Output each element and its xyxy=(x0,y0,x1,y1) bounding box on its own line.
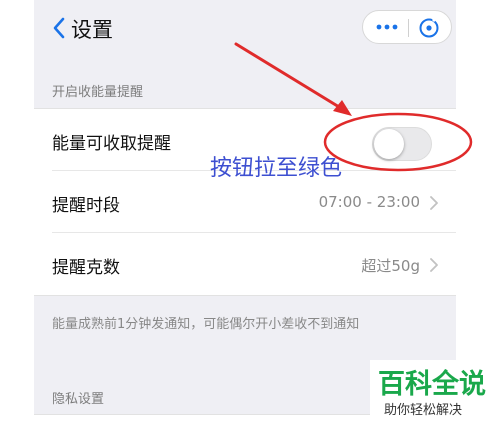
energy-reminder-toggle[interactable] xyxy=(372,127,432,161)
row-label: 能量可收取提醒 xyxy=(52,134,171,154)
chevron-left-icon[interactable] xyxy=(51,16,71,40)
annotation-text: 按钮拉至绿色 xyxy=(210,156,343,181)
mini-program-capsule xyxy=(362,10,452,44)
toggle-knob xyxy=(374,129,404,159)
row-label: 提醒克数 xyxy=(52,258,120,278)
chevron-right-icon xyxy=(428,195,440,210)
page-title: 设置 xyxy=(71,18,113,42)
energy-section-header: 开启收能量提醒 xyxy=(52,85,144,100)
energy-settings-card: 能量可收取提醒 提醒时段 07:00 - 23:00 提醒克数 超过50g xyxy=(34,108,456,296)
row-value: 07:00 - 23:00 xyxy=(318,193,420,211)
energy-footnote: 能量成熟前1分钟发通知，可能偶尔开小差收不到通知 xyxy=(52,317,360,332)
privacy-section-header: 隐私设置 xyxy=(52,392,105,407)
more-dots-icon[interactable] xyxy=(375,17,399,37)
navigation-bar: 设置 xyxy=(34,0,456,60)
watermark-main-text: 百科全说 xyxy=(378,369,486,400)
watermark-sub-text: 助你轻松解决 xyxy=(384,403,463,418)
capsule-divider xyxy=(408,19,409,37)
row-value: 超过50g xyxy=(361,257,420,275)
close-circle-icon[interactable] xyxy=(418,15,440,39)
chevron-right-icon xyxy=(428,257,440,272)
watermark-logo: 百科全说 助你轻松解决 xyxy=(370,360,500,425)
row-reminder-grams[interactable]: 提醒克数 超过50g xyxy=(34,233,456,295)
row-label: 提醒时段 xyxy=(52,196,120,216)
